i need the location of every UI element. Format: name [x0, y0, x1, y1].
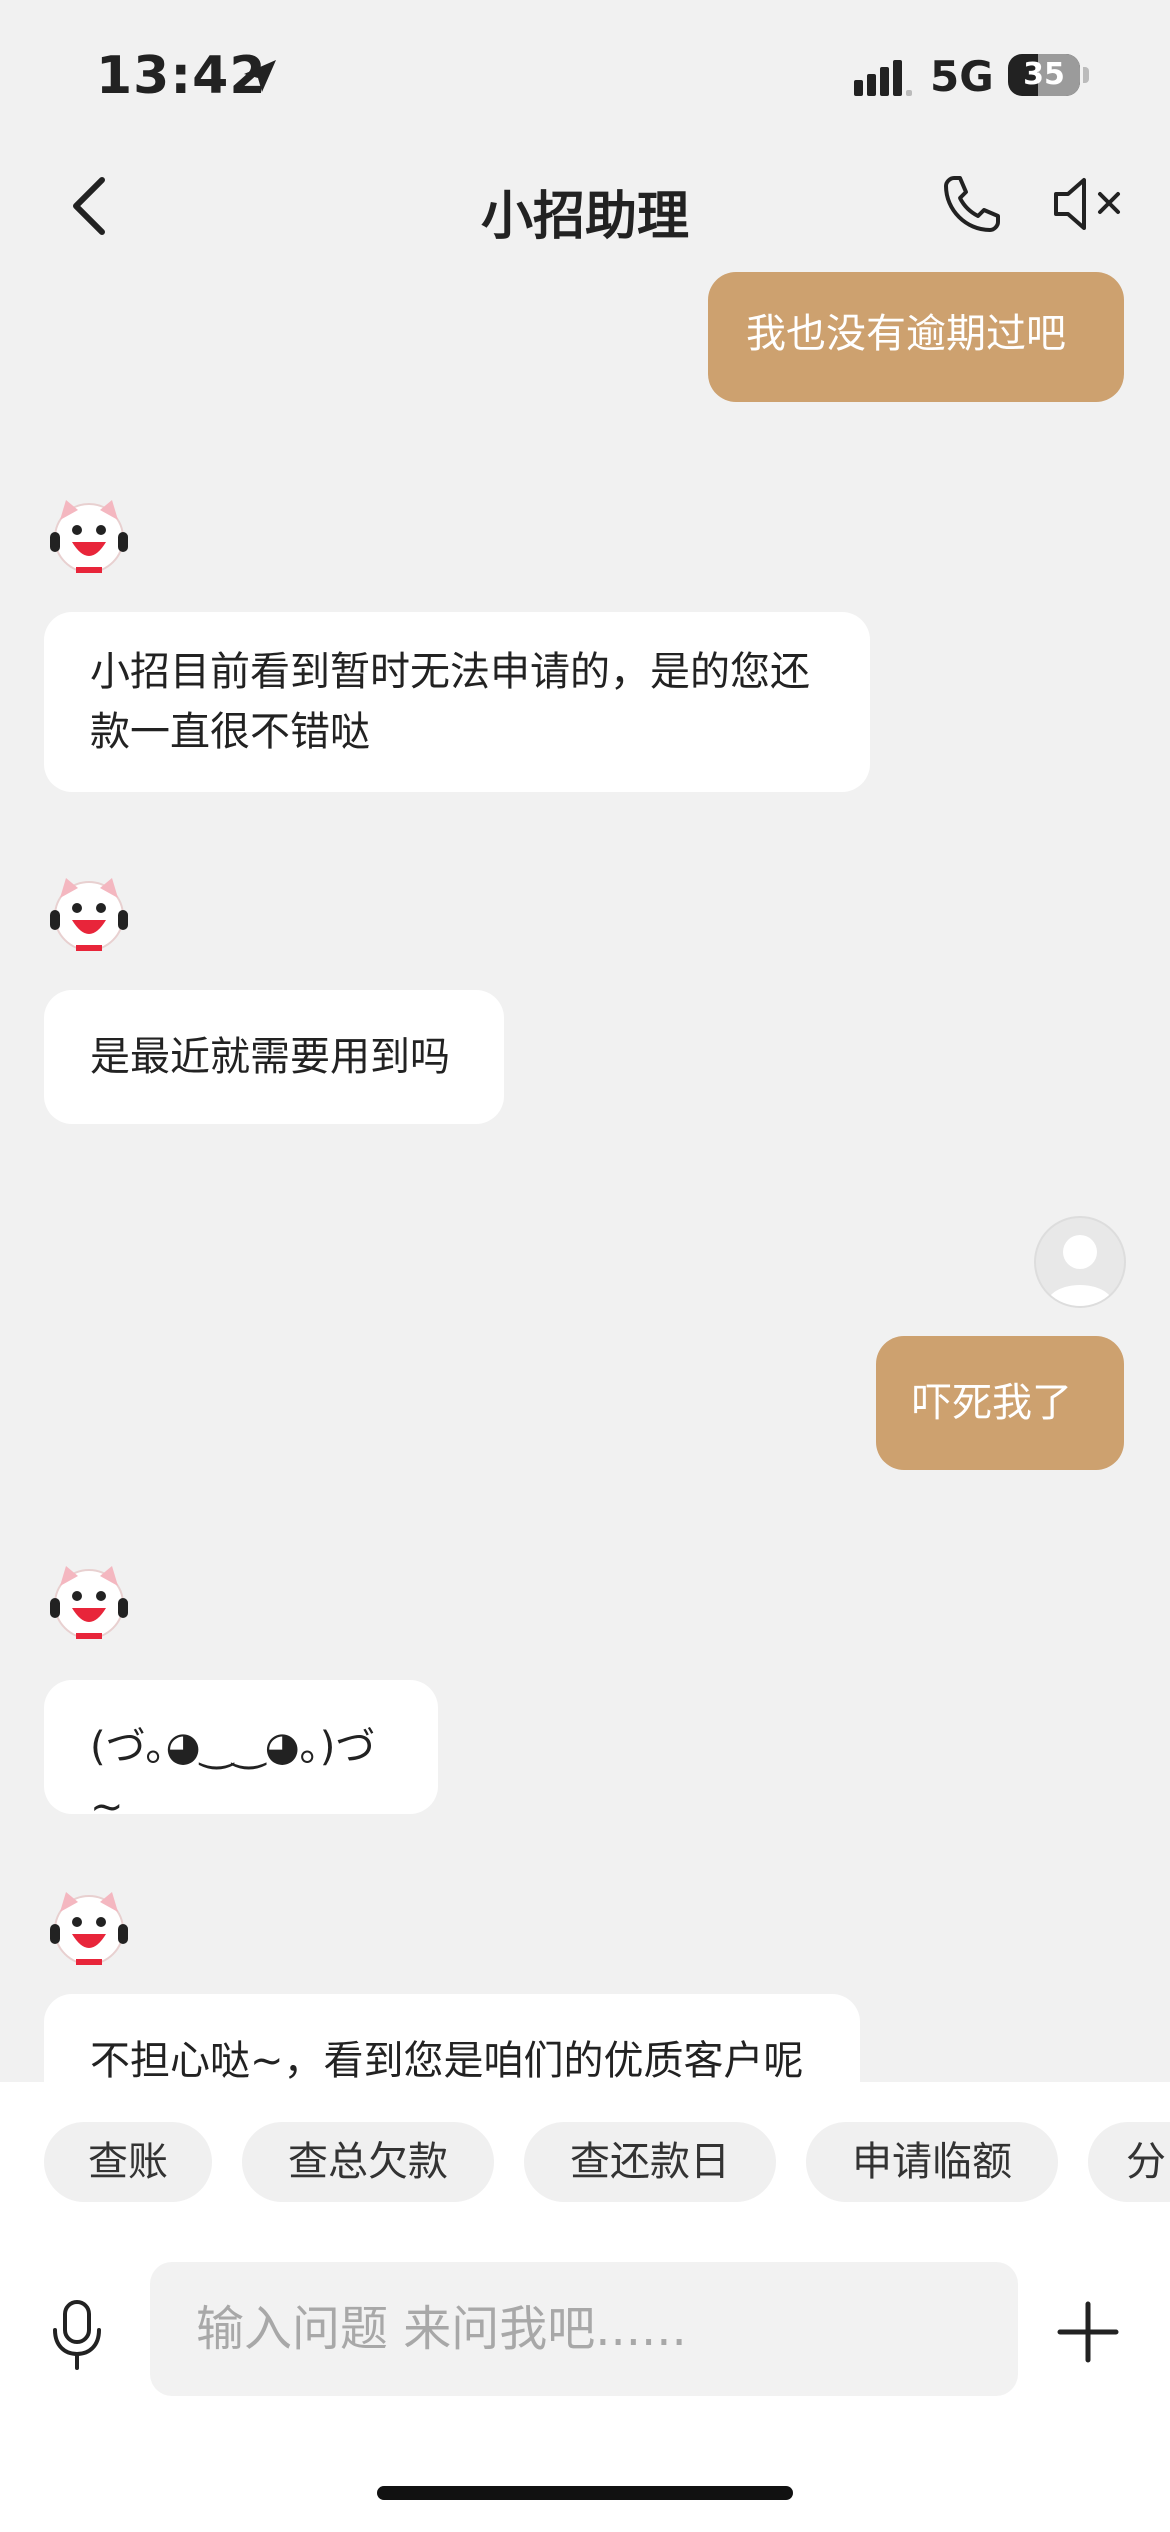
home-indicator: [377, 2486, 793, 2500]
message-input[interactable]: [150, 2262, 1018, 2396]
quick-actions-bar[interactable]: 查账 查总欠款 查还款日 申请临额 分: [0, 2082, 1170, 2232]
nav-bar: 小招助理: [0, 150, 1170, 260]
user-avatar-icon: [1046, 1235, 1114, 1306]
location-arrow-icon: [244, 60, 276, 92]
message-bubble-bot: 不担心哒~，看到您是咱们的优质客户呢: [44, 1994, 860, 2082]
speaker-mute-icon[interactable]: [1050, 172, 1130, 236]
message-bubble-user: 我也没有逾期过吧: [708, 272, 1124, 402]
quick-action-repayment-date[interactable]: 查还款日: [524, 2122, 776, 2202]
quick-action-temp-limit[interactable]: 申请临额: [806, 2122, 1058, 2202]
quick-action-total-debt[interactable]: 查总欠款: [242, 2122, 494, 2202]
user-avatar: [1034, 1216, 1126, 1308]
plus-icon[interactable]: [1056, 2300, 1120, 2364]
quick-action-installment[interactable]: 分: [1088, 2122, 1170, 2202]
message-bubble-bot: (づ｡◕‿‿◕｡)づ~: [44, 1680, 438, 1830]
quick-action-check-bill[interactable]: 查账: [44, 2122, 212, 2202]
network-type: 5G: [930, 52, 994, 101]
phone-icon[interactable]: [940, 172, 1004, 236]
bot-avatar-icon: [50, 1892, 128, 1965]
battery-cap: [1083, 67, 1089, 83]
signal-icon: [854, 60, 912, 96]
status-bar: 13:42 5G 35: [0, 0, 1170, 140]
message-bubble-bot: 是最近就需要用到吗: [44, 990, 504, 1124]
chat-area[interactable]: 我也没有逾期过吧 小招目前看到暂时无法申请的，是的您还款一直很不错哒 是最近就需…: [0, 260, 1170, 2082]
battery-indicator: 35: [1008, 54, 1080, 96]
bot-avatar-icon: [50, 1566, 128, 1639]
microphone-icon[interactable]: [48, 2298, 106, 2372]
input-bar: [0, 2232, 1170, 2532]
battery-level: 35: [1023, 57, 1065, 92]
message-bubble-bot: 小招目前看到暂时无法申请的，是的您还款一直很不错哒: [44, 612, 870, 792]
bot-avatar-icon: [50, 500, 128, 573]
bot-avatar-icon: [50, 878, 128, 951]
message-bubble-user: 吓死我了: [876, 1336, 1124, 1470]
